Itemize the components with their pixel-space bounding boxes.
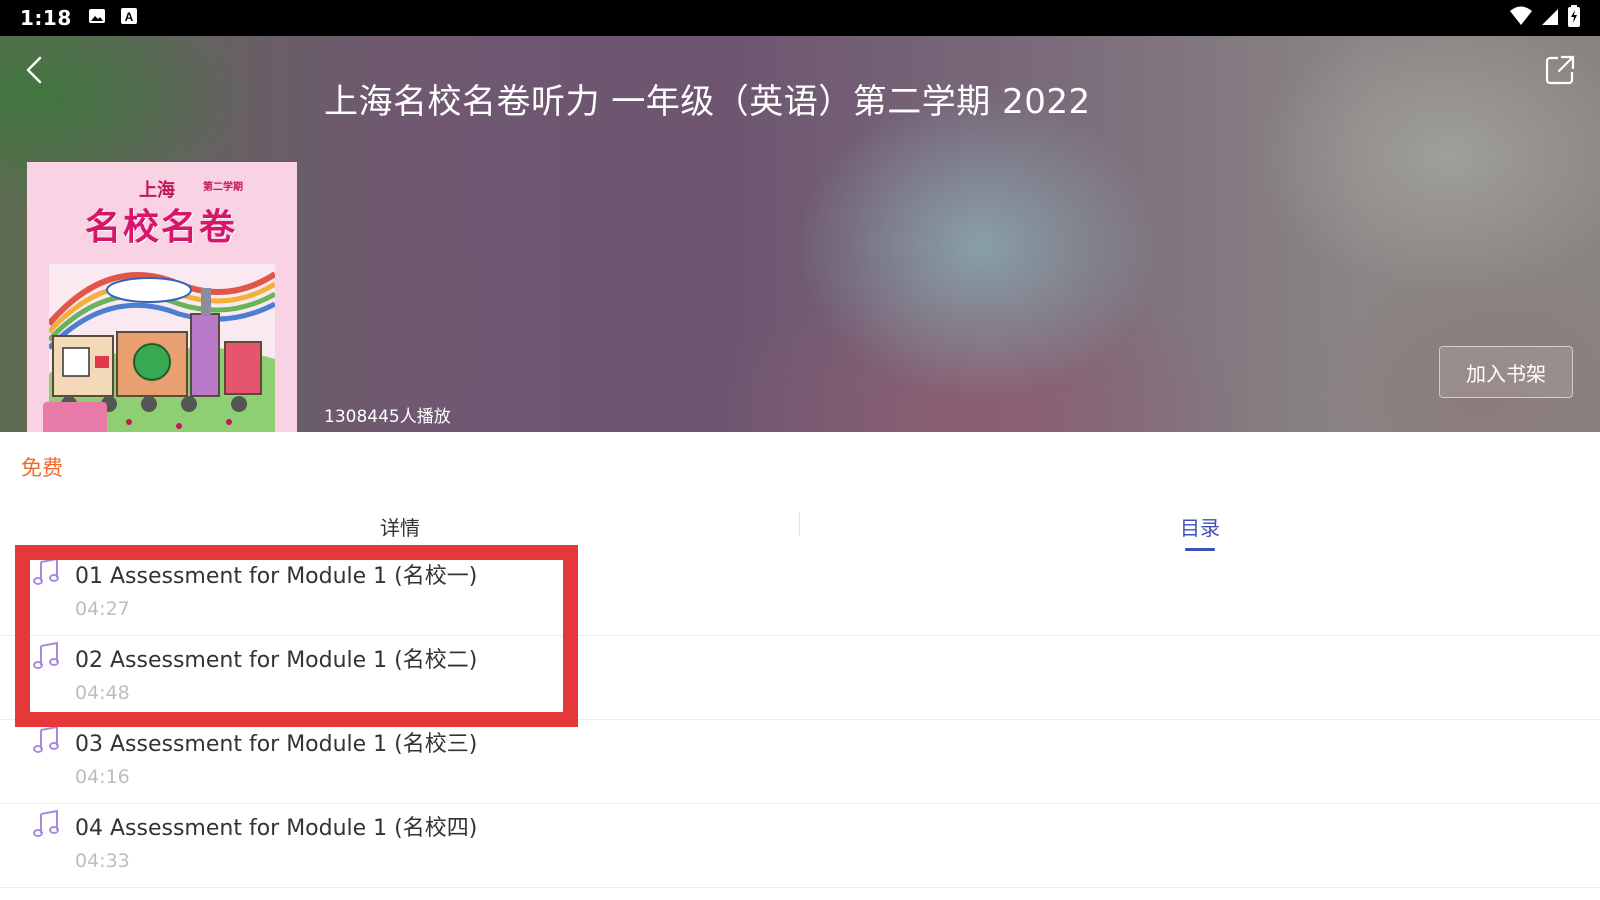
album-title: 上海名校名卷听力 一年级（英语）第二学期 2022: [324, 82, 1091, 122]
cover-main-title: 名校名卷: [85, 206, 238, 248]
list-item[interactable]: 04 Assessment for Module 1 (名校四) 04:33: [0, 804, 1600, 888]
tab-details[interactable]: 详情: [0, 500, 800, 552]
add-to-shelf-button[interactable]: 加入书架: [1439, 346, 1573, 398]
signal-icon: [1540, 6, 1560, 30]
status-time: 1:18: [20, 6, 72, 30]
battery-icon: [1568, 5, 1580, 31]
track-title: 04 Assessment for Module 1 (名校四): [75, 816, 478, 841]
active-tab-indicator: [1185, 548, 1215, 551]
list-item[interactable]: 03 Assessment for Module 1 (名校三) 04:16: [0, 720, 1600, 804]
track-title: 03 Assessment for Module 1 (名校三): [75, 732, 478, 757]
track-list: 01 Assessment for Module 1 (名校一) 04:27 0…: [0, 552, 1600, 888]
wifi-icon: [1510, 6, 1532, 30]
tab-divider: [799, 512, 800, 536]
album-header: 上海名校名卷听力 一年级（英语）第二学期 2022 上海 第二学期 名校名卷 1…: [0, 36, 1600, 432]
list-item[interactable]: 02 Assessment for Module 1 (名校二) 04:48: [0, 636, 1600, 720]
track-title: 02 Assessment for Module 1 (名校二): [75, 648, 478, 673]
music-note-icon: [33, 725, 59, 754]
album-cover[interactable]: 上海 第二学期 名校名卷: [27, 162, 297, 432]
chevron-left-icon: [14, 56, 54, 94]
track-duration: 04:27: [75, 598, 130, 620]
list-item[interactable]: 01 Assessment for Module 1 (名校一) 04:27: [0, 552, 1600, 636]
back-button[interactable]: [14, 50, 54, 90]
track-duration: 04:16: [75, 766, 130, 788]
tab-catalog[interactable]: 目录: [800, 500, 1600, 552]
tab-bar: 详情 目录: [0, 500, 1600, 552]
track-title: 01 Assessment for Module 1 (名校一): [75, 564, 478, 589]
track-duration: 04:33: [75, 850, 130, 872]
share-icon: [1542, 55, 1578, 92]
cover-title-area: 上海 第二学期 名校名卷: [27, 162, 297, 258]
music-note-icon: [33, 641, 59, 670]
a-badge-icon: A: [120, 7, 138, 29]
svg-text:A: A: [124, 10, 133, 24]
image-icon: [88, 7, 106, 29]
price-label: 免费: [21, 456, 63, 480]
track-duration: 04:48: [75, 682, 130, 704]
share-button[interactable]: [1542, 52, 1578, 88]
cover-term-label: 第二学期: [203, 182, 243, 193]
publisher-logo: [43, 402, 107, 432]
music-note-icon: [33, 557, 59, 586]
play-count: 1308445人播放: [324, 407, 451, 427]
music-note-icon: [33, 809, 59, 838]
status-bar: 1:18 A: [0, 0, 1600, 36]
